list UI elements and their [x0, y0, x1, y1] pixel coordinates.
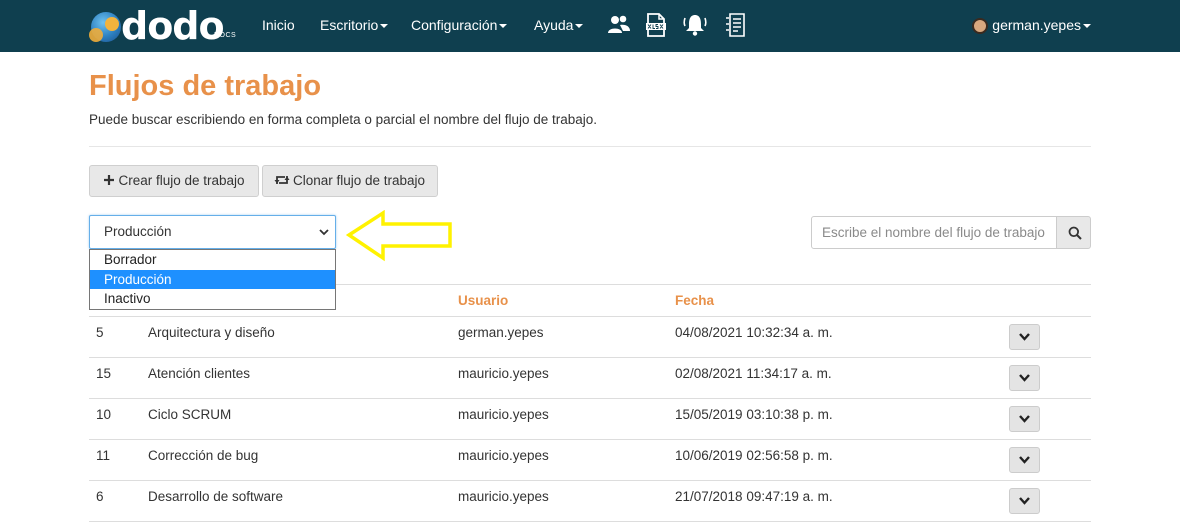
- username: german.yepes: [992, 17, 1081, 33]
- xlsx-file-icon[interactable]: [643, 12, 669, 38]
- create-workflow-label: Crear flujo de trabajo: [118, 173, 245, 188]
- nav-inicio-label: Inicio: [262, 17, 295, 33]
- create-workflow-button[interactable]: Crear flujo de trabajo: [89, 165, 259, 197]
- row-id: 6: [96, 489, 104, 504]
- divider: [89, 146, 1091, 147]
- caret-down-icon: [1083, 24, 1091, 29]
- status-option-produccion[interactable]: Producción: [90, 269, 335, 289]
- row-expand-button[interactable]: [1009, 324, 1040, 350]
- row-name: Corrección de bug: [148, 448, 259, 463]
- chevron-down-icon: [1019, 333, 1030, 341]
- avatar: [972, 18, 989, 35]
- table-row[interactable]: 15 Atención clientes mauricio.yepes 02/0…: [89, 358, 1091, 399]
- row-user: mauricio.yepes: [458, 366, 549, 381]
- row-user: mauricio.yepes: [458, 489, 549, 504]
- row-user: mauricio.yepes: [458, 448, 549, 463]
- chevron-down-icon: [1019, 374, 1030, 382]
- table-row[interactable]: 11 Corrección de bug mauricio.yepes 10/0…: [89, 440, 1091, 481]
- status-option-borrador[interactable]: Borrador: [90, 250, 335, 270]
- status-select-value: Producción: [104, 224, 172, 239]
- nav-ayuda-label: Ayuda: [534, 17, 574, 33]
- table-row[interactable]: 5 Arquitectura y diseño german.yepes 04/…: [89, 317, 1091, 358]
- row-name: Desarrollo de software: [148, 489, 284, 504]
- chevron-down-icon: [1019, 497, 1030, 505]
- clone-workflow-button[interactable]: Clonar flujo de trabajo: [262, 165, 438, 197]
- retweet-icon: [274, 175, 290, 184]
- plus-icon: [104, 174, 115, 185]
- bell-icon[interactable]: [682, 12, 708, 38]
- chevron-down-icon: [319, 229, 329, 236]
- workflow-search-input[interactable]: [811, 216, 1057, 249]
- nav-inicio[interactable]: Inicio: [262, 0, 295, 52]
- row-id: 11: [96, 448, 111, 463]
- column-header-usuario[interactable]: Usuario: [458, 293, 508, 308]
- column-header-fecha[interactable]: Fecha: [675, 293, 714, 308]
- row-user: mauricio.yepes: [458, 407, 549, 422]
- logo-subtext: DOCS: [214, 32, 237, 39]
- clone-workflow-label: Clonar flujo de trabajo: [292, 173, 426, 188]
- row-name: Ciclo SCRUM: [148, 407, 232, 422]
- dodo-docs-logo[interactable]: dodo DOCS: [89, 4, 241, 48]
- chevron-down-icon: [1019, 415, 1030, 423]
- user-menu[interactable]: german.yepes: [972, 0, 1091, 52]
- nav-escritorio[interactable]: Escritorio: [320, 0, 389, 52]
- nav-configuracion-label: Configuración: [411, 17, 498, 33]
- status-dropdown-list: Borrador Producción Inactivo: [89, 249, 336, 310]
- search-button[interactable]: [1056, 216, 1091, 249]
- table-row[interactable]: 6 Desarrollo de software mauricio.yepes …: [89, 481, 1091, 522]
- row-date: 04/08/2021 10:32:34 a. m.: [675, 325, 833, 340]
- chevron-down-icon: [1019, 456, 1030, 464]
- nav-ayuda[interactable]: Ayuda: [534, 0, 584, 52]
- nav-escritorio-label: Escritorio: [320, 17, 379, 33]
- row-expand-button[interactable]: [1009, 365, 1040, 391]
- row-id: 10: [96, 407, 112, 422]
- row-id: 5: [96, 325, 104, 340]
- yellow-arrow-annotation-icon: [345, 210, 452, 262]
- row-expand-button[interactable]: [1009, 488, 1040, 514]
- nav-configuracion[interactable]: Configuración: [411, 0, 508, 52]
- table-row[interactable]: 10 Ciclo SCRUM mauricio.yepes 15/05/2019…: [89, 399, 1091, 440]
- search-icon: [1068, 226, 1082, 240]
- row-name: Atención clientes: [148, 366, 251, 381]
- logo-emblem-icon: [89, 12, 121, 42]
- caret-down-icon: [380, 24, 389, 29]
- row-expand-button[interactable]: [1009, 406, 1040, 432]
- status-select[interactable]: Producción: [89, 215, 336, 249]
- row-date: 21/07/2018 09:47:19 a. m.: [675, 489, 833, 504]
- page-title: Flujos de trabajo: [89, 70, 322, 102]
- row-date: 02/08/2021 11:34:17 a. m.: [675, 366, 832, 381]
- row-date: 10/06/2019 02:56:58 p. m.: [675, 448, 833, 463]
- workflows-table: Usuario Fecha 5 Arquitectura y diseño ge…: [89, 284, 1091, 522]
- logo-text: dodo: [121, 4, 225, 48]
- row-name: Arquitectura y diseño: [148, 325, 275, 340]
- status-option-inactivo[interactable]: Inactivo: [90, 289, 335, 309]
- row-date: 15/05/2019 03:10:38 p. m.: [675, 407, 833, 422]
- document-list-icon[interactable]: [723, 12, 749, 38]
- top-navbar: dodo DOCS Inicio Escritorio Configuració…: [0, 0, 1180, 52]
- caret-down-icon: [575, 24, 584, 29]
- page-subtitle: Puede buscar escribiendo en forma comple…: [89, 112, 598, 127]
- caret-down-icon: [499, 24, 508, 29]
- row-user: german.yepes: [458, 325, 544, 340]
- row-expand-button[interactable]: [1009, 447, 1040, 473]
- row-id: 15: [96, 366, 112, 381]
- users-icon[interactable]: [606, 12, 632, 38]
